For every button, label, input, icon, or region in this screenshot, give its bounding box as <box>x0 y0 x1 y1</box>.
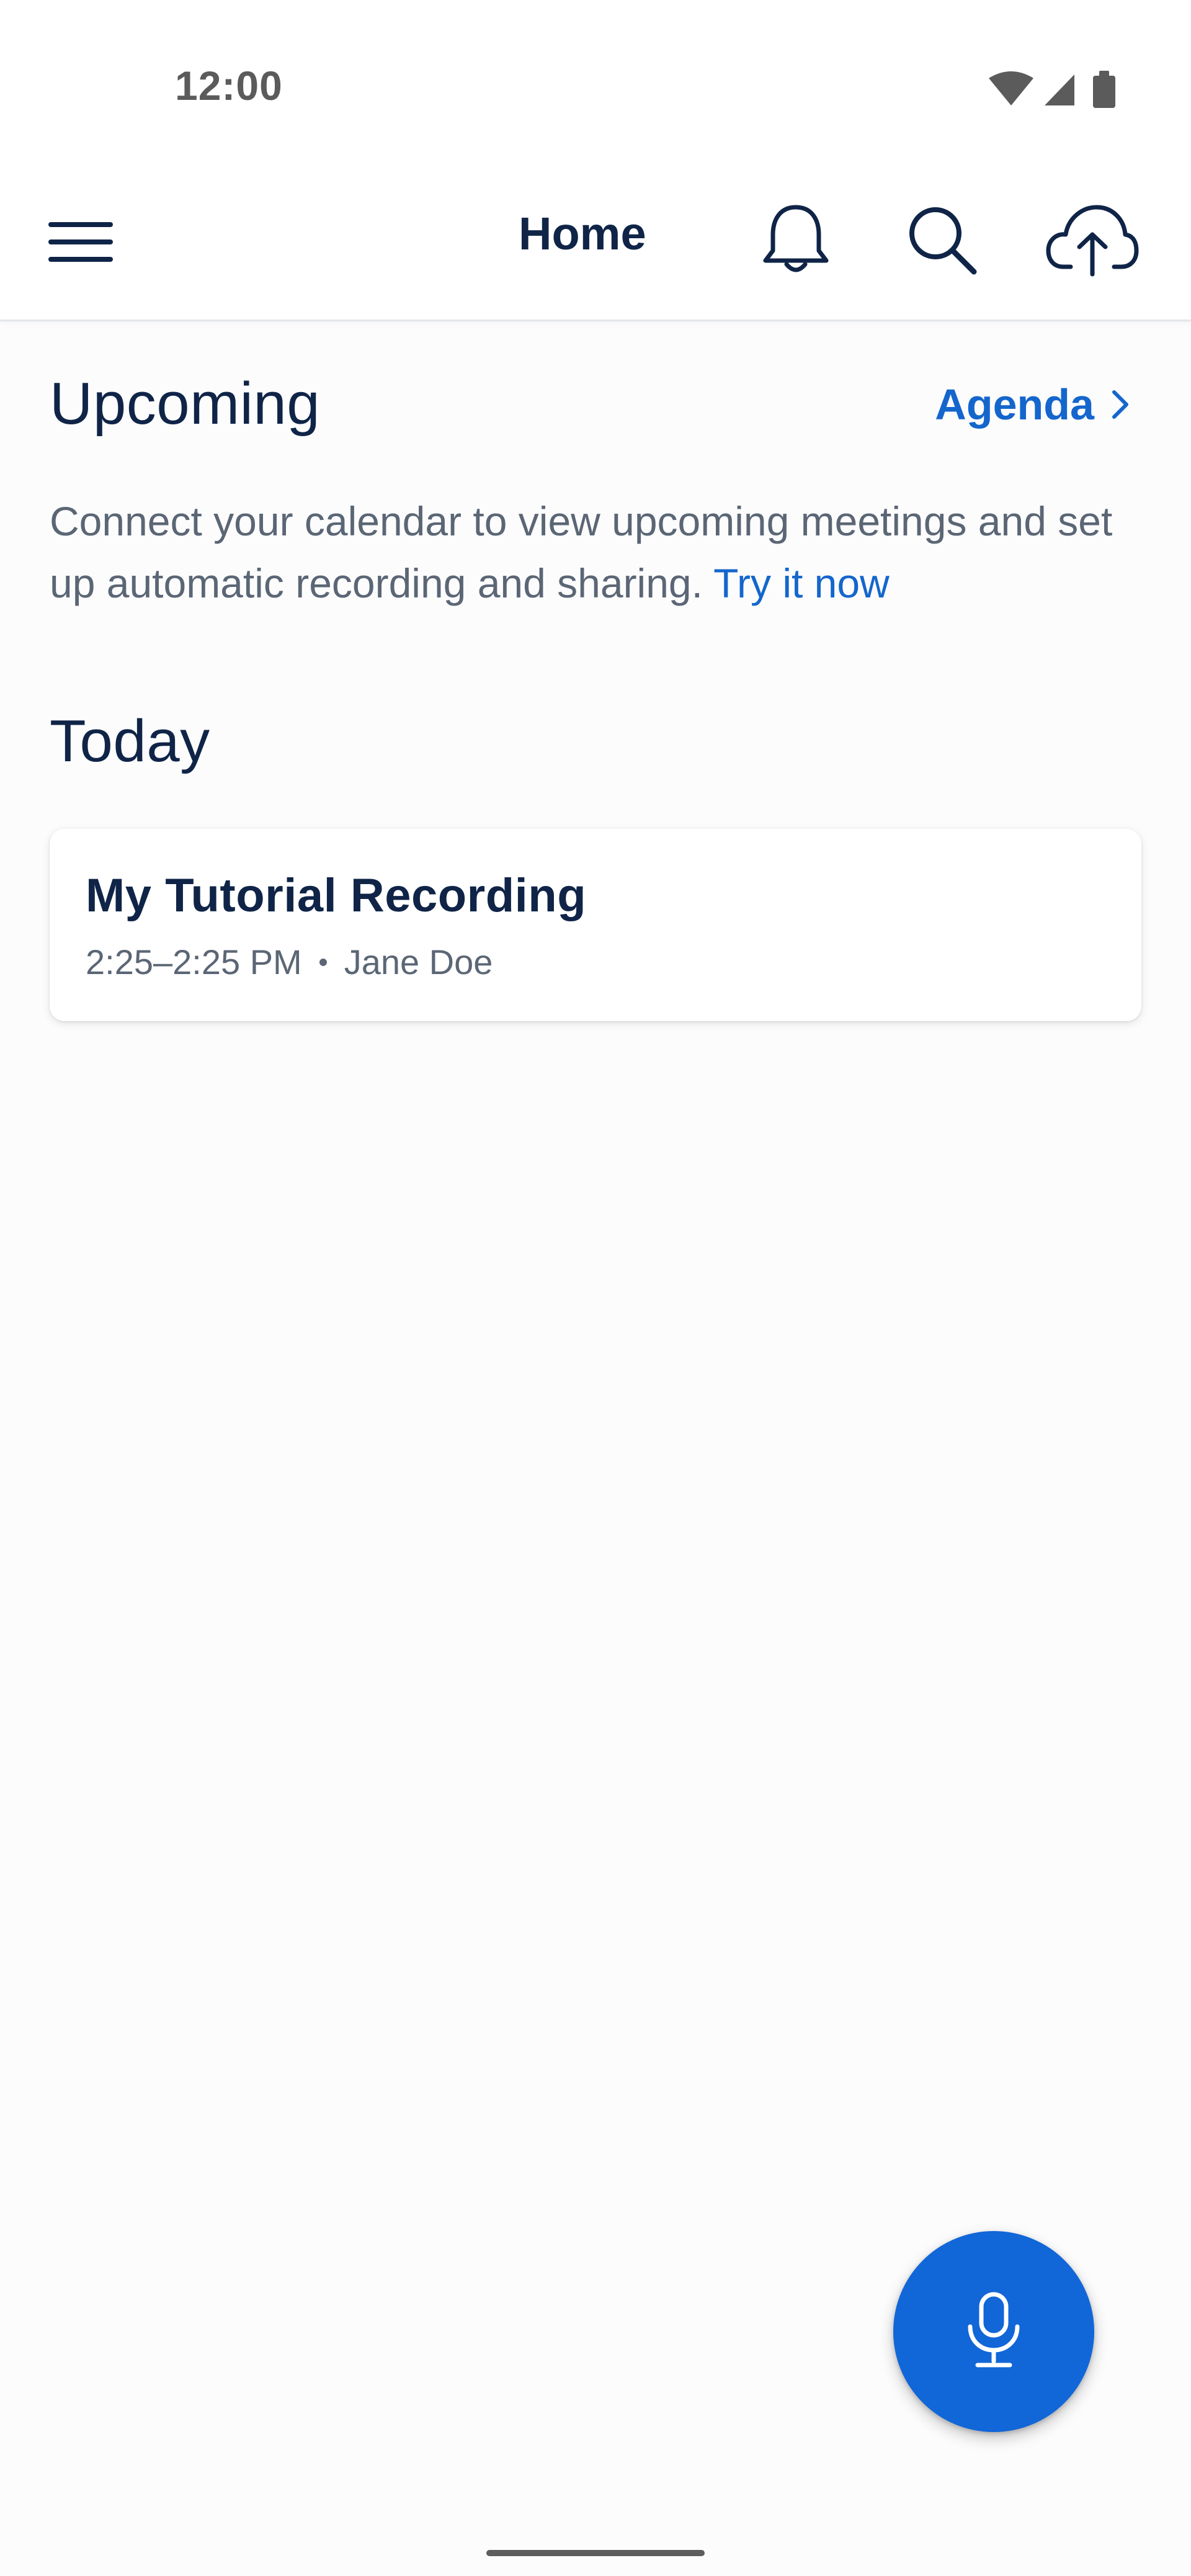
connect-calendar-text: Connect your calendar to view upcoming m… <box>50 490 1154 614</box>
app-bar: Home <box>0 168 1191 321</box>
status-time: 12:00 <box>175 63 283 109</box>
recording-time: 2:25–2:25 PM <box>86 942 302 982</box>
upcoming-heading: Upcoming <box>50 370 321 437</box>
recording-card[interactable]: My Tutorial Recording 2:25–2:25 PM Jane … <box>50 829 1141 1021</box>
agenda-link[interactable]: Agenda <box>935 380 1131 429</box>
status-icons <box>989 71 1115 108</box>
agenda-label: Agenda <box>935 380 1094 429</box>
separator-dot <box>319 958 327 966</box>
page-title: Home <box>519 208 646 259</box>
microphone-icon <box>968 2292 1020 2368</box>
record-button[interactable] <box>893 2231 1094 2432</box>
today-heading: Today <box>50 708 210 774</box>
wifi-icon <box>989 71 1033 105</box>
bell-icon[interactable] <box>762 202 830 277</box>
connect-calendar-message: Connect your calendar to view upcoming m… <box>50 498 1113 606</box>
status-bar: 12:00 <box>0 0 1191 168</box>
recording-meta: 2:25–2:25 PM Jane Doe <box>86 942 493 982</box>
menu-icon[interactable] <box>48 211 113 273</box>
chevron-right-icon <box>1112 390 1128 419</box>
home-indicator[interactable] <box>486 2550 705 2556</box>
recording-title: My Tutorial Recording <box>86 869 587 922</box>
cellular-signal-icon <box>1045 74 1074 105</box>
recording-owner: Jane Doe <box>344 942 493 982</box>
battery-icon <box>1093 71 1115 108</box>
cloud-upload-icon[interactable] <box>1046 202 1139 277</box>
search-icon[interactable] <box>904 202 979 277</box>
try-it-now-link[interactable]: Try it now <box>713 560 890 606</box>
